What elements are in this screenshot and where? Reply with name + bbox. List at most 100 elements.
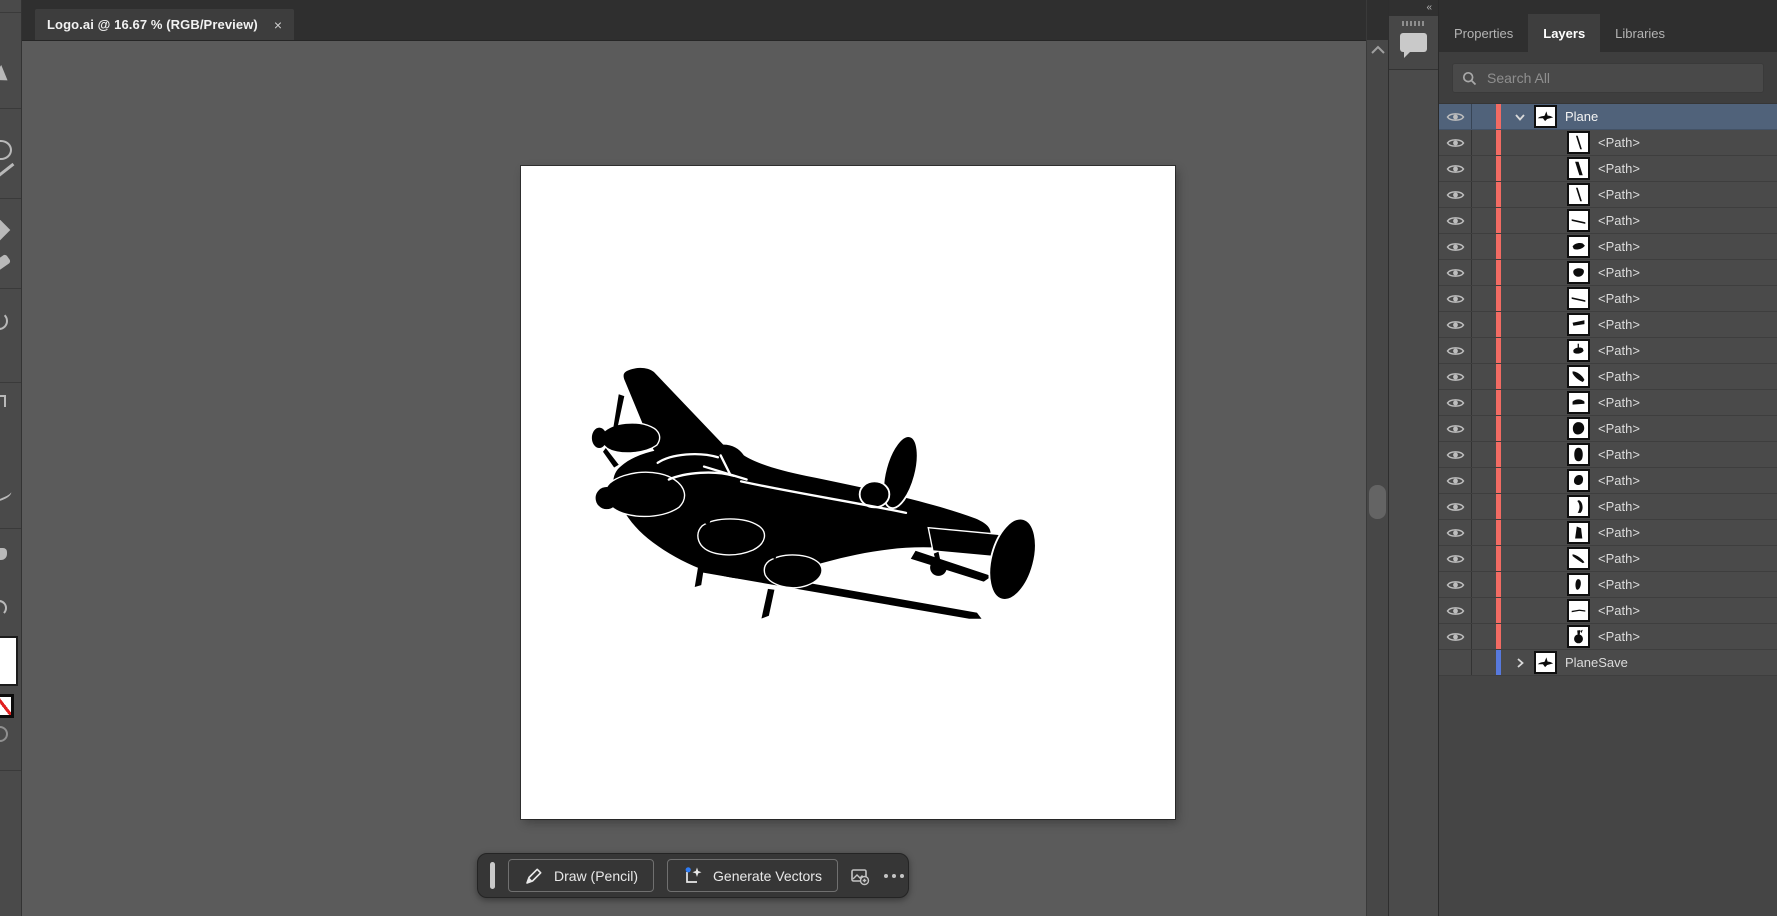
layer-thumbnail[interactable] [1567,235,1590,258]
layer-name[interactable]: <Path> [1598,239,1640,254]
scrollbar-thumb[interactable] [1369,485,1386,519]
layer-name[interactable]: <Path> [1598,291,1640,306]
lock-cell[interactable] [1472,338,1496,363]
layer-thumbnail[interactable] [1567,469,1590,492]
lock-cell[interactable] [1472,650,1496,675]
layer-name[interactable]: <Path> [1598,603,1640,618]
tab-properties[interactable]: Properties [1439,14,1528,52]
layer-row-main[interactable]: PlaneSave [1501,650,1777,675]
lock-cell[interactable] [1472,598,1496,623]
layer-row-main[interactable]: <Path> [1501,260,1777,285]
layer-row-main[interactable]: <Path> [1501,390,1777,415]
layer-row-main[interactable]: <Path> [1501,546,1777,571]
lock-cell[interactable] [1472,624,1496,649]
layer-thumbnail[interactable] [1567,547,1590,570]
lock-cell[interactable] [1472,572,1496,597]
shaper-tool-icon[interactable] [0,219,10,242]
layer-name[interactable]: <Path> [1598,369,1640,384]
visibility-toggle[interactable] [1439,260,1472,285]
pencil-tool-icon[interactable] [0,163,14,180]
visibility-toggle[interactable] [1439,104,1472,129]
visibility-toggle[interactable] [1439,650,1472,675]
rotate-view-tool-icon[interactable] [0,600,7,616]
layer-row-main[interactable]: <Path> [1501,182,1777,207]
search-input[interactable] [1485,69,1754,87]
visibility-toggle[interactable] [1439,494,1472,519]
layer-row[interactable]: <Path> [1439,624,1777,650]
layer-row[interactable]: <Path> [1439,468,1777,494]
layer-row-main[interactable]: <Path> [1501,520,1777,545]
layer-name[interactable]: <Path> [1598,135,1640,150]
layer-row[interactable]: <Path> [1439,182,1777,208]
layer-row[interactable]: <Path> [1439,260,1777,286]
layer-row-main[interactable]: <Path> [1501,624,1777,649]
lock-cell[interactable] [1472,234,1496,259]
visibility-toggle[interactable] [1439,234,1472,259]
visibility-toggle[interactable] [1439,130,1472,155]
lock-cell[interactable] [1472,130,1496,155]
lock-cell[interactable] [1472,390,1496,415]
visibility-toggle[interactable] [1439,416,1472,441]
close-tab-icon[interactable]: × [274,18,282,32]
expand-chevron-icon[interactable] [1512,111,1528,123]
layer-row-main[interactable]: <Path> [1501,598,1777,623]
layer-row-main[interactable]: <Path> [1501,416,1777,441]
visibility-toggle[interactable] [1439,546,1472,571]
layer-thumbnail[interactable] [1534,651,1557,674]
layer-row[interactable]: <Path> [1439,442,1777,468]
layer-thumbnail[interactable] [1567,157,1590,180]
layer-row-main[interactable]: <Path> [1501,286,1777,311]
layer-thumbnail[interactable] [1567,183,1590,206]
layer-row-main[interactable]: <Path> [1501,468,1777,493]
layer-thumbnail[interactable] [1567,209,1590,232]
layer-thumbnail[interactable] [1567,339,1590,362]
layer-row[interactable]: <Path> [1439,286,1777,312]
visibility-toggle[interactable] [1439,364,1472,389]
layer-name[interactable]: <Path> [1598,187,1640,202]
layer-row-main[interactable]: <Path> [1501,130,1777,155]
shape-tool-icon[interactable] [0,140,12,160]
lock-cell[interactable] [1472,442,1496,467]
layer-row[interactable]: <Path> [1439,208,1777,234]
layer-row[interactable]: <Path> [1439,572,1777,598]
visibility-toggle[interactable] [1439,286,1472,311]
tab-libraries[interactable]: Libraries [1600,14,1680,52]
stroke-none-swatch[interactable] [0,694,14,718]
lock-cell[interactable] [1472,468,1496,493]
expand-chevron-icon[interactable] [1512,657,1528,669]
layer-name[interactable]: <Path> [1598,447,1640,462]
comment-panel-button[interactable] [1389,16,1438,70]
scroll-up-icon[interactable] [1370,45,1386,55]
layer-thumbnail[interactable] [1567,417,1590,440]
layer-row[interactable]: <Path> [1439,520,1777,546]
layer-row[interactable]: <Path> [1439,598,1777,624]
layer-name[interactable]: <Path> [1598,317,1640,332]
selection-tool-icon[interactable] [0,65,20,93]
search-box[interactable] [1452,63,1764,93]
layer-row[interactable]: <Path> [1439,416,1777,442]
layer-name[interactable]: PlaneSave [1565,655,1628,670]
layer-row-main[interactable]: Plane [1501,104,1777,129]
visibility-toggle[interactable] [1439,208,1472,233]
lock-cell[interactable] [1472,208,1496,233]
layer-row[interactable]: <Path> [1439,234,1777,260]
layer-thumbnail[interactable] [1534,105,1557,128]
fill-swatch[interactable] [0,636,18,686]
lock-cell[interactable] [1472,364,1496,389]
layer-thumbnail[interactable] [1567,521,1590,544]
draw-pencil-button[interactable]: Draw (Pencil) [508,859,654,892]
more-options-button[interactable] [884,874,904,878]
layer-thumbnail[interactable] [1567,391,1590,414]
layer-row-main[interactable]: <Path> [1501,234,1777,259]
layer-name[interactable]: <Path> [1598,577,1640,592]
layer-name[interactable]: <Path> [1598,213,1640,228]
eraser-tool-icon[interactable] [0,254,11,273]
layer-name[interactable]: <Path> [1598,551,1640,566]
layer-name[interactable]: <Path> [1598,343,1640,358]
layer-row-main[interactable]: <Path> [1501,442,1777,467]
rotate-tool-icon[interactable] [0,312,8,330]
document-tab[interactable]: Logo.ai @ 16.67 % (RGB/Preview) × [35,9,294,40]
drag-handle[interactable] [490,862,495,889]
lock-cell[interactable] [1472,156,1496,181]
visibility-toggle[interactable] [1439,182,1472,207]
